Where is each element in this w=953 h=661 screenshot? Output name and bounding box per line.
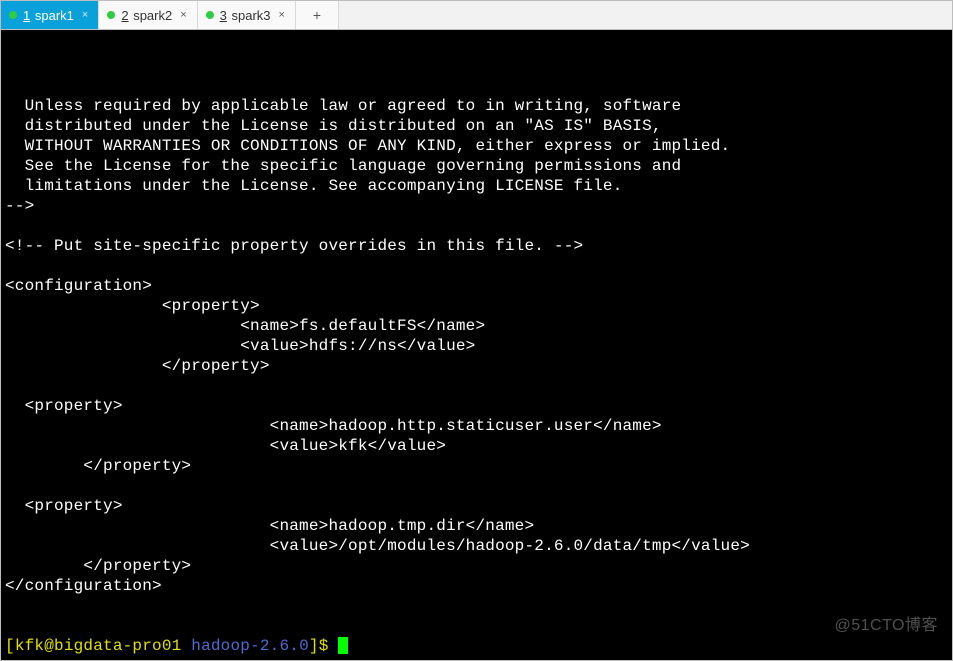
terminal-line: <value>/opt/modules/hadoop-2.6.0/data/tm… bbox=[5, 536, 948, 556]
tab-spark2[interactable]: 2 spark2 × bbox=[99, 1, 197, 29]
plus-icon: + bbox=[313, 7, 321, 23]
terminal-line: <property> bbox=[5, 496, 948, 516]
tab-label: 1 spark1 bbox=[23, 8, 74, 23]
terminal-line: </configuration> bbox=[5, 576, 948, 596]
terminal-line bbox=[5, 216, 948, 236]
new-tab-button[interactable]: + bbox=[296, 1, 339, 29]
terminal-line: Unless required by applicable law or agr… bbox=[5, 96, 948, 116]
terminal-line: <property> bbox=[5, 296, 948, 316]
terminal-line: WITHOUT WARRANTIES OR CONDITIONS OF ANY … bbox=[5, 136, 948, 156]
tab-close-icon[interactable]: × bbox=[80, 9, 90, 21]
tab-spark3[interactable]: 3 spark3 × bbox=[198, 1, 296, 29]
terminal-line: limitations under the License. See accom… bbox=[5, 176, 948, 196]
terminal-line: <value>hdfs://ns</value> bbox=[5, 336, 948, 356]
terminal-line: <name>fs.defaultFS</name> bbox=[5, 316, 948, 336]
status-dot-icon bbox=[206, 11, 214, 19]
app-window: 1 spark1 × 2 spark2 × 3 spark3 × + Unles… bbox=[0, 0, 953, 661]
tab-label: 2 spark2 bbox=[121, 8, 172, 23]
terminal-line: --> bbox=[5, 196, 948, 216]
status-dot-icon bbox=[107, 11, 115, 19]
tab-close-icon[interactable]: × bbox=[277, 9, 287, 21]
terminal-line: <configuration> bbox=[5, 276, 948, 296]
terminal-line bbox=[5, 76, 948, 96]
tab-strip: 1 spark1 × 2 spark2 × 3 spark3 × + bbox=[1, 1, 952, 30]
terminal-line: </property> bbox=[5, 556, 948, 576]
terminal-line: See the License for the specific languag… bbox=[5, 156, 948, 176]
watermark: @51CTO博客 bbox=[834, 616, 938, 636]
terminal-line bbox=[5, 256, 948, 276]
terminal-line: <name>hadoop.tmp.dir</name> bbox=[5, 516, 948, 536]
tab-spark1[interactable]: 1 spark1 × bbox=[1, 1, 99, 29]
terminal-line: <!-- Put site-specific property override… bbox=[5, 236, 948, 256]
terminal-line: </property> bbox=[5, 456, 948, 476]
terminal-line: distributed under the License is distrib… bbox=[5, 116, 948, 136]
status-dot-icon bbox=[9, 11, 17, 19]
terminal-line bbox=[5, 476, 948, 496]
terminal-output: Unless required by applicable law or agr… bbox=[5, 76, 948, 596]
tab-label: 3 spark3 bbox=[220, 8, 271, 23]
terminal-line bbox=[5, 376, 948, 396]
cursor-icon bbox=[338, 637, 348, 654]
terminal[interactable]: Unless required by applicable law or agr… bbox=[1, 30, 952, 660]
terminal-line: <name>hadoop.http.staticuser.user</name> bbox=[5, 416, 948, 436]
tab-close-icon[interactable]: × bbox=[178, 9, 188, 21]
terminal-line: <value>kfk</value> bbox=[5, 436, 948, 456]
terminal-line: <property> bbox=[5, 396, 948, 416]
shell-prompt: [kfk@bigdata-pro01 hadoop-2.6.0]$ bbox=[5, 636, 948, 656]
terminal-line: </property> bbox=[5, 356, 948, 376]
